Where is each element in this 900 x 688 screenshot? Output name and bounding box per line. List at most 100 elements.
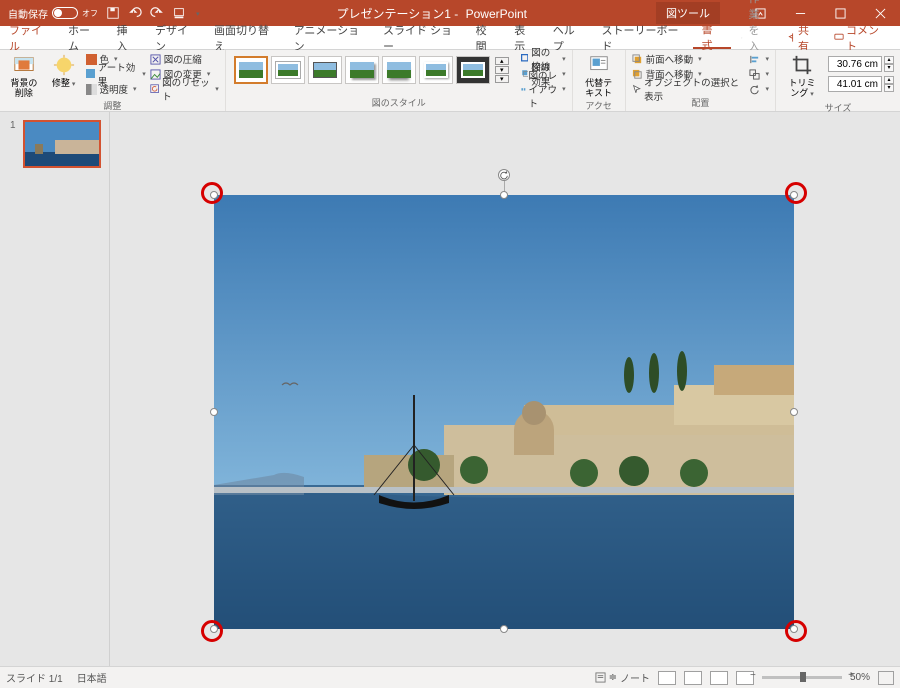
picture-content [214, 195, 794, 629]
ribbon: 背景の 削除 修整 色 アート効果 透明度 図の圧縮 図の変更 図のリセット 調… [0, 50, 900, 112]
zoom-slider[interactable] [762, 676, 842, 679]
quick-access-toolbar: 自動保存 オフ [0, 6, 208, 21]
resize-handle-b[interactable] [500, 625, 508, 633]
resize-handle-tr[interactable] [790, 191, 798, 199]
transparency-button[interactable]: 透明度 [86, 82, 146, 96]
style-thumb-4[interactable] [345, 56, 379, 84]
chevron-down-icon[interactable]: ▾ [495, 66, 509, 74]
resize-handle-r[interactable] [790, 408, 798, 416]
resize-handle-t[interactable] [500, 191, 508, 199]
tab-insert[interactable]: 挿入 [108, 26, 147, 49]
more-icon[interactable]: ▾ [495, 75, 509, 83]
workspace: 1 [0, 112, 900, 666]
resize-handle-bl[interactable] [210, 625, 218, 633]
rotate-handle[interactable] [498, 169, 510, 181]
reset-label: 図のリセット [162, 75, 210, 103]
resize-handle-br[interactable] [790, 625, 798, 633]
style-thumb-3[interactable] [308, 56, 342, 84]
resize-handle-tl[interactable] [210, 191, 218, 199]
spin-down-icon[interactable]: ▾ [884, 84, 894, 92]
style-thumb-7[interactable] [456, 56, 490, 84]
alt-text-button[interactable]: 代替テ キスト [579, 52, 619, 100]
style-thumb-2[interactable] [271, 56, 305, 84]
group-styles-label: 図のスタイル [232, 97, 566, 111]
save-icon[interactable] [106, 6, 120, 20]
share-label: 共有 [798, 22, 818, 54]
align-button[interactable] [749, 52, 769, 66]
group-objects-button[interactable] [749, 67, 769, 81]
rotate-button[interactable] [749, 82, 769, 96]
tab-design[interactable]: デザイン [146, 26, 205, 49]
tab-transitions[interactable]: 画面切り替え [205, 26, 285, 49]
remove-bg-label: 背景の 削除 [10, 78, 37, 98]
ribbon-tabs: ファイル ホーム 挿入 デザイン 画面切り替え アニメーション スライド ショー… [0, 26, 900, 50]
group-picture-styles: ▴▾▾ 図の枠線 図の効果 図のレイアウト 図のスタイル [226, 50, 573, 111]
tab-slideshow[interactable]: スライド ショー [374, 26, 467, 49]
group-arrange: 前面へ移動 背面へ移動 オブジェクトの選択と表示 配置 [626, 50, 776, 111]
slide-thumbnail-1[interactable] [23, 120, 101, 168]
status-bar: スライド 1/1 日本語 ≑ノート 50% [0, 666, 900, 688]
document-title: プレゼンテーション1 [337, 7, 451, 21]
bring-forward-button[interactable]: 前面へ移動 [632, 52, 742, 66]
slide-thumbnail-pane[interactable]: 1 [0, 112, 110, 666]
comments-label: コメント [846, 22, 886, 54]
normal-view-button[interactable] [658, 671, 676, 685]
redo-icon[interactable] [150, 6, 164, 20]
tab-review[interactable]: 校閲 [467, 26, 506, 49]
tab-file[interactable]: ファイル [0, 26, 59, 49]
slide-number: 1 [10, 120, 20, 131]
style-thumb-5[interactable] [382, 56, 416, 84]
autosave-label: 自動保存 [8, 6, 48, 21]
crop-button[interactable]: トリミング [782, 52, 822, 102]
window-title: プレゼンテーション1 - PowerPoint [208, 5, 656, 22]
tab-animations[interactable]: アニメーション [285, 26, 374, 49]
tab-format[interactable]: 書式 [693, 26, 732, 49]
slide-counter[interactable]: スライド 1/1 [6, 670, 63, 685]
resize-handle-l[interactable] [210, 408, 218, 416]
artistic-effects-button[interactable]: アート効果 [86, 67, 146, 81]
group-size: トリミング 30.76 cm ▴▾ 41.01 cm ▴▾ サイズ [776, 50, 900, 111]
autosave-toggle[interactable]: 自動保存 オフ [8, 6, 98, 21]
language-status[interactable]: 日本語 [77, 670, 107, 685]
bring-forward-label: 前面へ移動 [646, 52, 694, 66]
chevron-up-icon[interactable]: ▴ [495, 57, 509, 65]
picture-layout-button[interactable]: 図のレイアウト [521, 82, 566, 96]
qat-more-icon[interactable] [194, 7, 200, 19]
style-thumb-1[interactable] [234, 56, 268, 84]
fit-to-window-button[interactable] [878, 671, 894, 685]
spin-down-icon[interactable]: ▾ [884, 64, 894, 72]
group-adjust-label: 調整 [6, 100, 219, 112]
slide-editor[interactable] [110, 112, 900, 666]
tab-home[interactable]: ホーム [59, 26, 107, 49]
spin-up-icon[interactable]: ▴ [884, 76, 894, 84]
width-input[interactable]: 41.01 cm ▴▾ [826, 76, 894, 92]
tab-storyboard[interactable]: ストーリーボード [592, 26, 692, 49]
app-name: PowerPoint [466, 7, 527, 21]
tab-right-actions: 共有 コメント [780, 26, 900, 49]
group-accessibility: 代替テ キスト アクセシ… [573, 50, 626, 111]
selection-pane-button[interactable]: オブジェクトの選択と表示 [632, 82, 742, 96]
group-adjust: 背景の 削除 修整 色 アート効果 透明度 図の圧縮 図の変更 図のリセット 調… [0, 50, 226, 111]
zoom-slider-thumb[interactable] [800, 672, 806, 682]
picture-styles-gallery[interactable]: ▴▾▾ [232, 52, 513, 88]
spin-up-icon[interactable]: ▴ [884, 56, 894, 64]
undo-icon[interactable] [128, 6, 142, 20]
reset-picture-button[interactable]: 図のリセット [150, 82, 219, 96]
sorter-view-button[interactable] [684, 671, 702, 685]
group-arrange-label: 配置 [632, 97, 769, 111]
style-thumb-6[interactable] [419, 56, 453, 84]
tell-me-search[interactable]: 実行したい作業を入力してください [731, 26, 780, 49]
remove-background-button[interactable]: 背景の 削除 [6, 52, 42, 100]
corrections-button[interactable]: 修整 [46, 52, 82, 92]
from-beginning-icon[interactable] [172, 6, 186, 20]
reading-view-button[interactable] [710, 671, 728, 685]
compress-label: 図の圧縮 [164, 52, 202, 66]
alt-text-label: 代替テ キスト [585, 78, 612, 98]
notes-button[interactable]: ≑ノート [595, 670, 650, 685]
height-value: 30.76 cm [828, 56, 882, 72]
share-icon [786, 32, 796, 43]
compress-picture-button[interactable]: 図の圧縮 [150, 52, 219, 66]
height-input[interactable]: 30.76 cm ▴▾ [826, 56, 894, 72]
gallery-scroll[interactable]: ▴▾▾ [495, 57, 511, 83]
selected-image[interactable] [214, 195, 794, 629]
